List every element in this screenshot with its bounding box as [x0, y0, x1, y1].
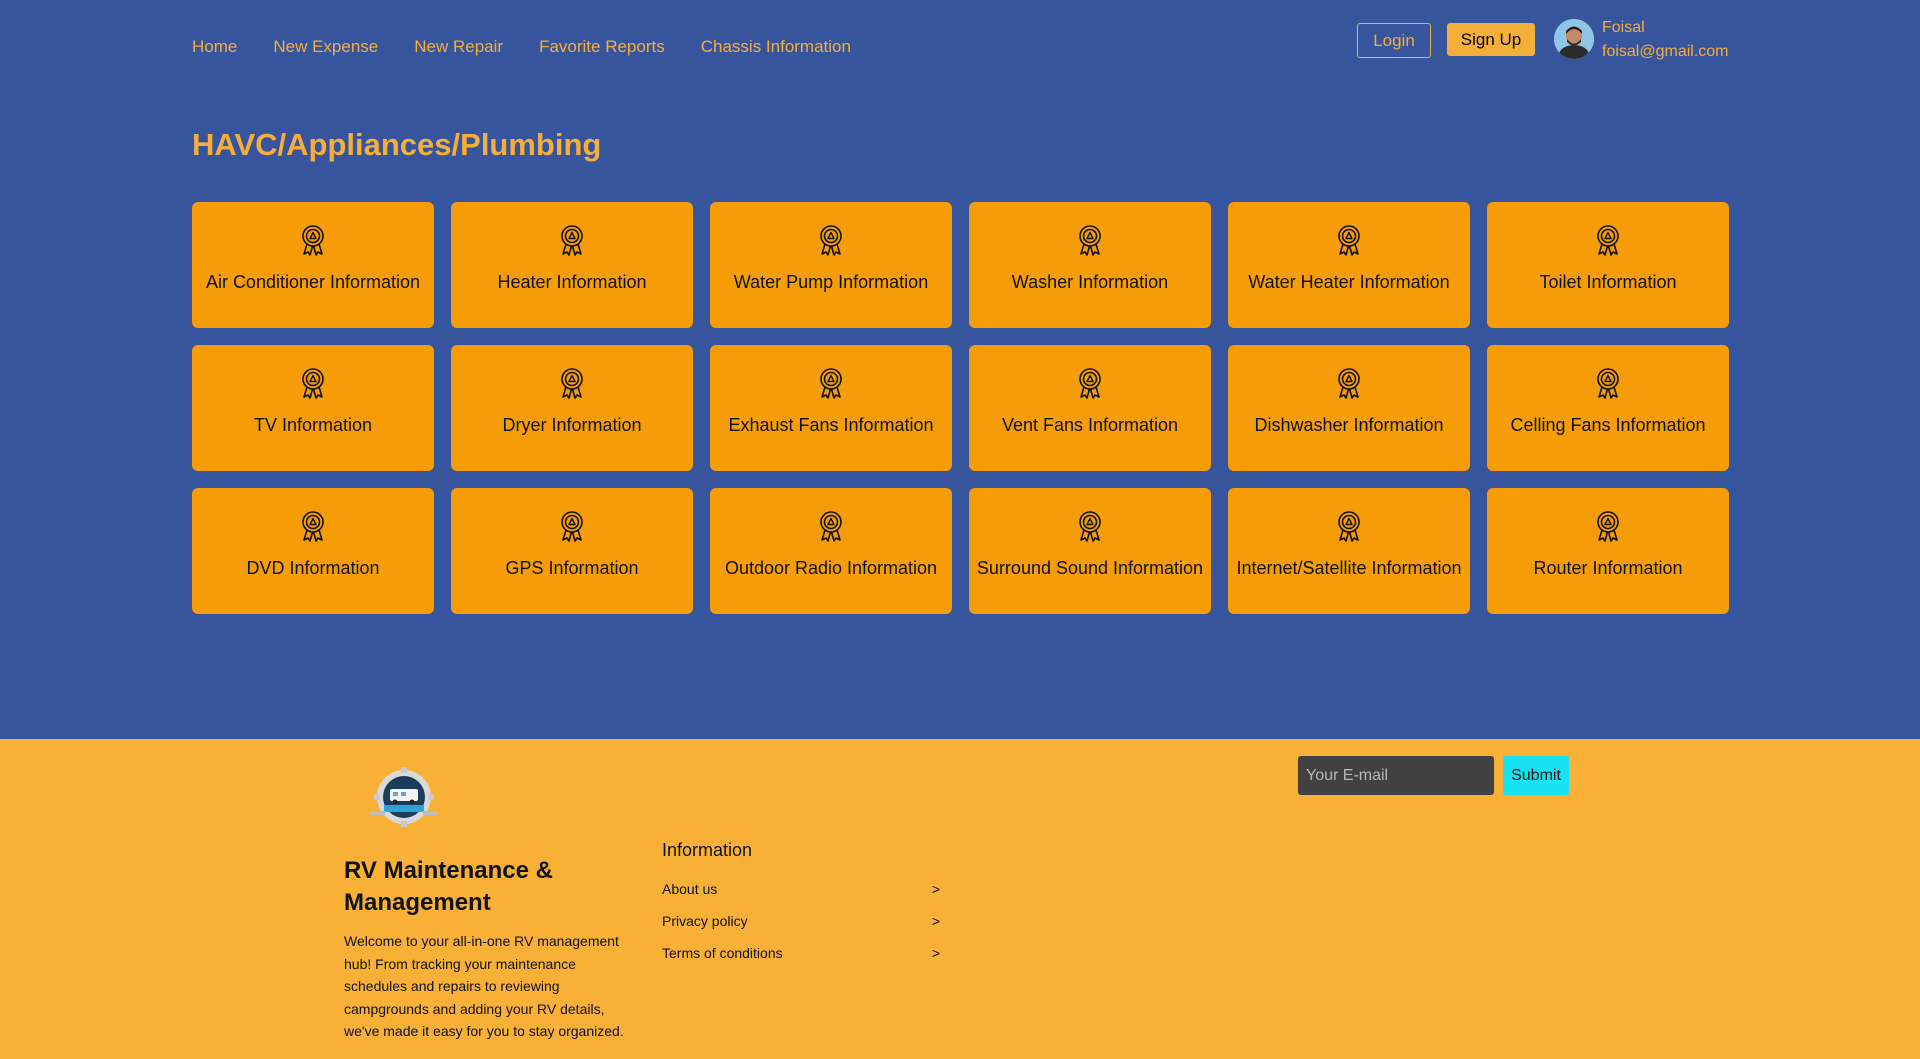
footer-link-label: Privacy policy: [662, 913, 748, 929]
info-card[interactable]: Air Conditioner Information: [192, 202, 434, 328]
user-avatar-icon: [1554, 19, 1594, 59]
information-links: About us > Privacy policy > Terms of conditi…: [662, 880, 940, 976]
award-ribbon-icon: [299, 510, 327, 542]
info-card-label: Internet/Satellite Information: [1236, 558, 1462, 578]
award-ribbon-icon: [1594, 367, 1622, 399]
award-ribbon-icon: [1335, 510, 1363, 542]
award-ribbon-icon: [1076, 510, 1104, 542]
award-ribbon-icon: [1335, 367, 1363, 399]
info-card[interactable]: Washer Information: [969, 202, 1211, 328]
info-card-label: Dishwasher Information: [1254, 415, 1444, 435]
brand-description: Welcome to your all-in-one RV management…: [344, 933, 624, 1039]
signup-button[interactable]: Sign Up: [1447, 23, 1535, 56]
top-nav: Home New Expense New Repair Favorite Rep…: [192, 37, 887, 57]
info-card-label: Surround Sound Information: [976, 558, 1204, 578]
info-card-label: TV Information: [253, 415, 373, 435]
award-ribbon-icon: [558, 224, 586, 256]
chevron-right-icon: >: [931, 945, 940, 961]
award-ribbon-icon: [1335, 224, 1363, 256]
info-card[interactable]: GPS Information: [451, 488, 693, 614]
info-card-label: Celling Fans Information: [1510, 415, 1706, 435]
nav-new-repair[interactable]: New Repair: [414, 37, 503, 57]
award-ribbon-icon: [558, 367, 586, 399]
main-content: Home New Expense New Repair Favorite Rep…: [0, 0, 1920, 739]
award-ribbon-icon: [299, 367, 327, 399]
info-card-label: Heater Information: [497, 272, 647, 292]
award-ribbon-icon: [817, 367, 845, 399]
info-card-label: Toilet Information: [1539, 272, 1677, 292]
nav-chassis-information[interactable]: Chassis Information: [701, 37, 851, 57]
award-ribbon-icon: [1594, 224, 1622, 256]
info-card[interactable]: TV Information: [192, 345, 434, 471]
avatar[interactable]: [1554, 19, 1594, 59]
info-card-label: Water Heater Information: [1248, 272, 1450, 292]
email-input[interactable]: [1298, 756, 1494, 795]
rv-logo-icon: [370, 767, 438, 827]
brand-title: RV Maintenance & Management: [344, 857, 553, 916]
info-card[interactable]: Toilet Information: [1487, 202, 1729, 328]
info-card-label: Exhaust Fans Information: [728, 415, 934, 435]
footer-link[interactable]: Privacy policy >: [662, 912, 940, 944]
footer-link[interactable]: Terms of conditions >: [662, 944, 940, 976]
nav-new-expense[interactable]: New Expense: [273, 37, 378, 57]
nav-home[interactable]: Home: [192, 37, 237, 57]
award-ribbon-icon: [1076, 224, 1104, 256]
info-card-label: DVD Information: [246, 558, 380, 578]
info-card[interactable]: Router Information: [1487, 488, 1729, 614]
footer-link[interactable]: About us >: [662, 880, 940, 912]
info-card-label: Router Information: [1533, 558, 1683, 578]
info-card-label: Vent Fans Information: [1001, 415, 1179, 435]
info-card[interactable]: Internet/Satellite Information: [1228, 488, 1470, 614]
award-ribbon-icon: [1076, 367, 1104, 399]
info-card[interactable]: DVD Information: [192, 488, 434, 614]
info-card[interactable]: Dishwasher Information: [1228, 345, 1470, 471]
award-ribbon-icon: [1594, 510, 1622, 542]
info-card-label: Dryer Information: [502, 415, 642, 435]
chevron-right-icon: >: [931, 881, 940, 897]
award-ribbon-icon: [817, 224, 845, 256]
footer-link-label: Terms of conditions: [662, 945, 783, 961]
award-ribbon-icon: [558, 510, 586, 542]
information-heading: Information: [662, 840, 753, 860]
info-card[interactable]: Water Heater Information: [1228, 202, 1470, 328]
info-card-label: Air Conditioner Information: [205, 272, 421, 292]
submit-button[interactable]: Submit: [1503, 756, 1569, 795]
award-ribbon-icon: [817, 510, 845, 542]
info-card[interactable]: Exhaust Fans Information: [710, 345, 952, 471]
user-name: Foisal: [1602, 19, 1645, 36]
footer: [0, 739, 1920, 1059]
info-card-label: GPS Information: [505, 558, 639, 578]
info-card[interactable]: Heater Information: [451, 202, 693, 328]
info-card[interactable]: Surround Sound Information: [969, 488, 1211, 614]
info-card-label: Water Pump Information: [733, 272, 929, 292]
info-card[interactable]: Celling Fans Information: [1487, 345, 1729, 471]
info-card[interactable]: Water Pump Information: [710, 202, 952, 328]
login-button[interactable]: Login: [1357, 23, 1431, 58]
info-card[interactable]: Vent Fans Information: [969, 345, 1211, 471]
info-card-label: Outdoor Radio Information: [724, 558, 938, 578]
info-card-grid: Air Conditioner Information Heater Inform…: [192, 202, 1729, 614]
info-card-label: Washer Information: [1011, 272, 1169, 292]
info-card[interactable]: Dryer Information: [451, 345, 693, 471]
user-email: foisal@gmail.com: [1602, 43, 1729, 60]
award-ribbon-icon: [299, 224, 327, 256]
info-card[interactable]: Outdoor Radio Information: [710, 488, 952, 614]
footer-link-label: About us: [662, 881, 718, 897]
page-title: HAVC/Appliances/Plumbing: [192, 127, 602, 162]
chevron-right-icon: >: [931, 913, 940, 929]
nav-favorite-reports[interactable]: Favorite Reports: [539, 37, 665, 57]
